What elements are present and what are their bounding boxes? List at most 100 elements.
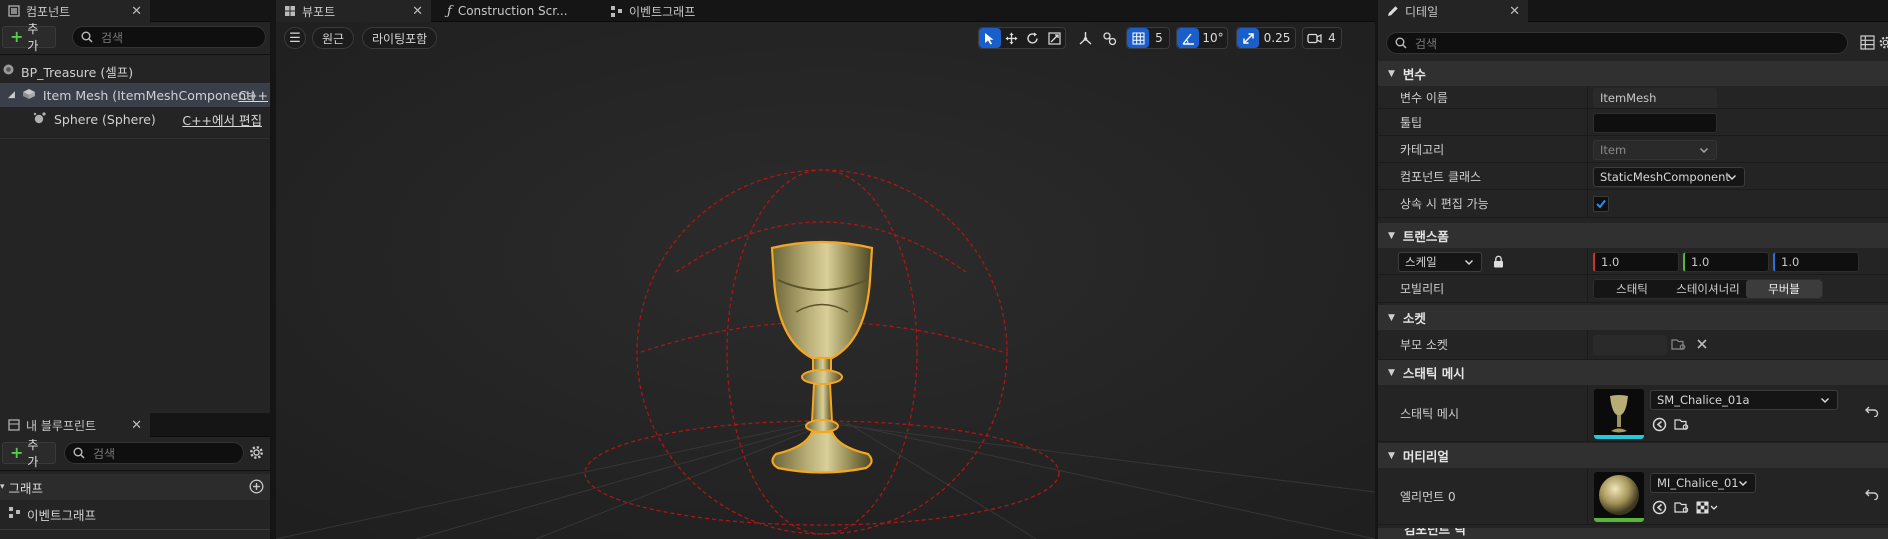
parent-socket-field[interactable] bbox=[1593, 335, 1667, 355]
grid-snap-value[interactable]: 5 bbox=[1149, 31, 1169, 45]
mobility-static-option[interactable]: 스태틱 bbox=[1594, 280, 1670, 298]
socket-section-header[interactable]: ▼ 소켓 bbox=[1378, 305, 1888, 330]
scale-z-field[interactable]: 1.0 bbox=[1773, 252, 1859, 272]
graph-item-event-graph[interactable]: 이벤트그래프 bbox=[0, 502, 270, 526]
close-icon[interactable]: ✕ bbox=[412, 4, 423, 19]
perspective-button[interactable]: 원근 bbox=[312, 27, 355, 49]
add-button-label: 추가 bbox=[27, 22, 39, 53]
components-icon bbox=[8, 5, 20, 17]
transform-section-header[interactable]: ▼ 트랜스폼 bbox=[1378, 223, 1888, 248]
property-matrix-icon[interactable] bbox=[1860, 35, 1875, 50]
tab-components[interactable]: 컴포넌트 ✕ bbox=[0, 0, 150, 22]
settings-gear-icon[interactable] bbox=[248, 444, 265, 464]
material-section-header[interactable]: ▼ 머티리얼 bbox=[1378, 443, 1888, 468]
material-combo[interactable]: MI_Chalice_01 bbox=[1650, 473, 1756, 493]
details-tab-label: 디테일 bbox=[1405, 4, 1439, 19]
components-tabbar: 컴포넌트 ✕ bbox=[0, 0, 270, 22]
add-graph-icon[interactable] bbox=[249, 479, 264, 497]
var-name-field[interactable]: ItemMesh bbox=[1593, 88, 1717, 108]
surface-snap-icon[interactable] bbox=[1098, 27, 1120, 49]
rotate-tool-icon[interactable] bbox=[1022, 27, 1044, 49]
material-thumbnail[interactable] bbox=[1594, 472, 1644, 522]
tab-event-graph[interactable]: 이벤트그래프 bbox=[602, 0, 742, 22]
close-icon[interactable]: ✕ bbox=[1509, 4, 1520, 19]
reset-arrow-icon[interactable] bbox=[1865, 488, 1879, 500]
close-icon[interactable]: ✕ bbox=[131, 418, 142, 433]
blueprint-search-input[interactable]: 검색 bbox=[64, 442, 244, 464]
graph-section-header[interactable]: ▾ 그래프 bbox=[0, 474, 270, 500]
browse-folder-icon[interactable] bbox=[1674, 418, 1690, 431]
camera-icon[interactable] bbox=[1303, 27, 1325, 49]
scale-x-field[interactable]: 1.0 bbox=[1593, 252, 1679, 272]
component-class-row: 컴포넌트 클래스 StaticMeshComponent bbox=[1378, 163, 1888, 190]
use-selected-asset-icon[interactable] bbox=[1652, 417, 1667, 432]
checkmark-icon bbox=[1596, 199, 1606, 209]
cpp-tag[interactable]: C++ bbox=[238, 88, 268, 103]
grid-snap-icon[interactable] bbox=[1127, 28, 1149, 48]
mobility-stationary-option[interactable]: 스테이셔너리 bbox=[1670, 280, 1746, 298]
value-column bbox=[1587, 248, 1588, 274]
browse-folder-icon[interactable] bbox=[1674, 501, 1690, 514]
local-world-icon[interactable] bbox=[1074, 27, 1096, 49]
lighting-mode-button[interactable]: 라이팅포함 bbox=[362, 27, 438, 49]
tab-details[interactable]: 디테일 ✕ bbox=[1378, 0, 1528, 22]
section-label: 트랜스폼 bbox=[1402, 229, 1449, 244]
components-search-input[interactable]: 검색 bbox=[72, 26, 266, 48]
collapse-arrow-icon: ▼ bbox=[1388, 450, 1395, 461]
value-column bbox=[1587, 109, 1588, 135]
collapse-arrow-icon[interactable]: ▾ bbox=[0, 482, 5, 492]
details-search-input[interactable]: 검색 bbox=[1386, 32, 1848, 54]
tree-item-bp-treasure[interactable]: BP_Treasure (셀프) bbox=[0, 59, 270, 83]
value-column bbox=[1587, 468, 1588, 524]
tooltip-field[interactable] bbox=[1593, 113, 1717, 133]
scale-snap-value[interactable]: 0.25 bbox=[1259, 31, 1295, 45]
variable-section-header[interactable]: ▼ 변수 bbox=[1378, 61, 1888, 86]
clear-icon[interactable] bbox=[1696, 338, 1708, 350]
scene-canvas[interactable] bbox=[276, 22, 1375, 539]
editable-row: 상속 시 편집 가능 bbox=[1378, 190, 1888, 218]
event-graph-icon bbox=[611, 5, 622, 17]
components-tab-label: 컴포넌트 bbox=[26, 4, 71, 19]
add-blueprint-item-button[interactable]: + 추가 bbox=[2, 438, 56, 469]
scale-mode-combo[interactable]: 스케일 bbox=[1398, 252, 1482, 272]
rotate-snap-icon[interactable] bbox=[1177, 28, 1199, 48]
close-icon[interactable]: ✕ bbox=[131, 4, 142, 19]
actor-icon bbox=[2, 63, 15, 79]
static-mesh-section-header[interactable]: ▼ 스태틱 메시 bbox=[1378, 360, 1888, 385]
rotate-snap-value[interactable]: 10° bbox=[1199, 31, 1227, 45]
editable-checkbox[interactable] bbox=[1593, 196, 1609, 212]
search-placeholder: 검색 bbox=[101, 30, 124, 45]
lock-icon[interactable] bbox=[1493, 255, 1504, 268]
tree-item-sphere[interactable]: Sphere (Sphere) C++에서 편집 bbox=[0, 107, 270, 131]
scale-label: 스케일 bbox=[1405, 255, 1437, 269]
add-component-button[interactable]: + 추가 bbox=[2, 22, 56, 53]
tab-my-blueprint[interactable]: 내 블루프린트 ✕ bbox=[0, 413, 150, 437]
scale-snap-icon[interactable] bbox=[1237, 28, 1259, 48]
static-mesh-value: SM_Chalice_01a bbox=[1657, 393, 1750, 407]
checker-options-icon[interactable] bbox=[1696, 501, 1720, 514]
left-panel: 컴포넌트 ✕ + 추가 검색 BP_Treasure (셀프) ◢ Item M… bbox=[0, 0, 270, 539]
tree-item-item-mesh[interactable]: ◢ Item Mesh (ItemMeshComponent) C++ bbox=[0, 83, 270, 107]
edit-in-cpp-link[interactable]: C++에서 편집 bbox=[182, 110, 262, 129]
static-mesh-combo[interactable]: SM_Chalice_01a bbox=[1650, 390, 1838, 410]
scale-tool-icon[interactable] bbox=[1044, 27, 1066, 49]
tab-viewport[interactable]: 뷰포트 ✕ bbox=[276, 0, 431, 22]
component-tick-section-header[interactable]: 컴포넌트 틱 bbox=[1378, 528, 1888, 539]
category-combo[interactable]: Item bbox=[1593, 140, 1717, 160]
settings-gear-icon[interactable] bbox=[1878, 35, 1888, 50]
tab-label: 뷰포트 bbox=[302, 4, 336, 19]
static-mesh-thumbnail[interactable] bbox=[1594, 389, 1644, 439]
tab-construction-script[interactable]: ƒ Construction Scr... bbox=[439, 0, 599, 22]
expand-arrow-icon[interactable]: ◢ bbox=[8, 90, 15, 100]
mobility-movable-option[interactable]: 무버블 bbox=[1746, 280, 1822, 298]
component-class-combo[interactable]: StaticMeshComponent bbox=[1593, 167, 1745, 187]
select-tool-icon[interactable] bbox=[979, 28, 1001, 48]
use-selected-asset-icon[interactable] bbox=[1652, 500, 1667, 515]
scale-y-field[interactable]: 1.0 bbox=[1683, 252, 1769, 272]
chevron-down-icon bbox=[1739, 481, 1747, 486]
reset-arrow-icon[interactable] bbox=[1865, 405, 1879, 417]
camera-speed-value[interactable]: 4 bbox=[1325, 31, 1339, 45]
viewport-menu-button[interactable]: ☰ bbox=[284, 27, 306, 49]
move-tool-icon[interactable] bbox=[1001, 27, 1023, 49]
browse-folder-icon[interactable] bbox=[1671, 338, 1687, 351]
